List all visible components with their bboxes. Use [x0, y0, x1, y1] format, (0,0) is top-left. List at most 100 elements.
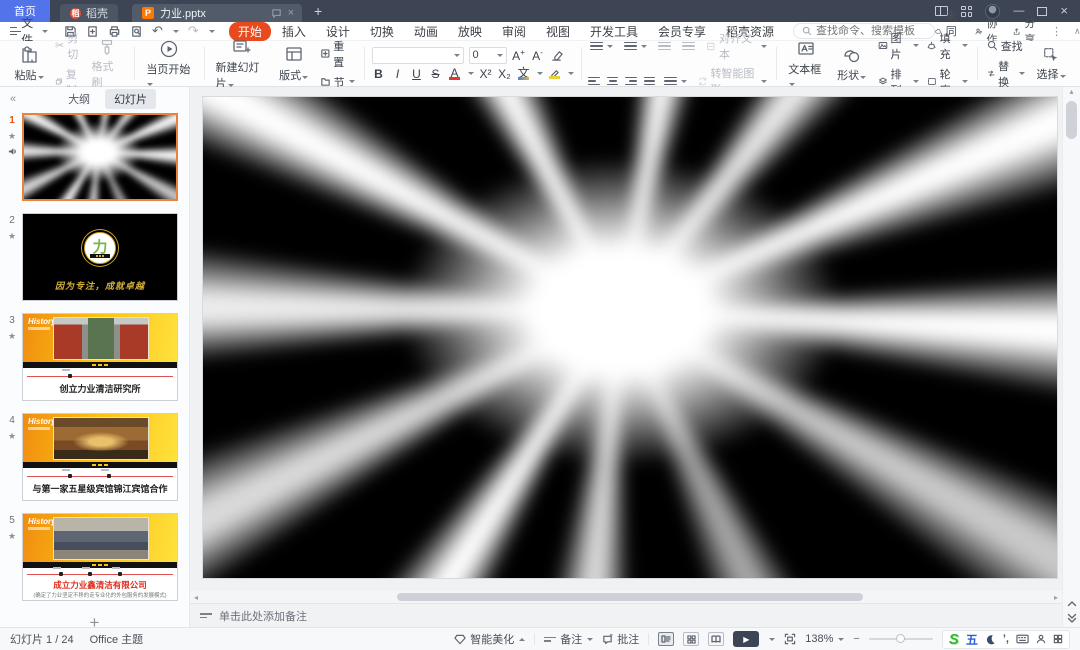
highlighter-dropdown-icon[interactable] — [568, 72, 574, 75]
superscript-button[interactable]: X² — [479, 67, 493, 81]
menu-item-insert[interactable]: 插入 — [273, 22, 315, 41]
new-slide-button[interactable]: 新建幻灯片 — [212, 36, 270, 92]
underline-button[interactable]: U — [410, 67, 424, 81]
shapes-button[interactable]: 形状 — [832, 44, 872, 84]
horizontal-scroll-thumb[interactable] — [397, 593, 863, 601]
slide-5-thumbnail[interactable]: History 成立力业鑫清洁有限公司 (确定了力业坚定不移的走专业化的外包服务… — [22, 513, 178, 601]
vertical-scrollbar[interactable]: ▴ — [1062, 87, 1080, 627]
replace-button[interactable]: 替换 — [985, 58, 1027, 90]
menu-item-view[interactable]: 视图 — [537, 22, 579, 41]
zoom-slider[interactable] — [869, 638, 933, 640]
justify-icon[interactable] — [644, 77, 655, 86]
menu-item-review[interactable]: 审阅 — [493, 22, 535, 41]
cut-button[interactable]: ✂ 剪切 — [53, 30, 83, 62]
dark-mode-moon-icon[interactable] — [985, 634, 996, 645]
notes-toggle-button[interactable]: 备注 — [544, 631, 593, 647]
clear-format-icon[interactable] — [550, 49, 563, 62]
undo-dropdown-icon[interactable] — [173, 30, 179, 33]
slideshow-play-button[interactable]: ▶ — [733, 631, 759, 647]
zoom-slider-thumb[interactable] — [896, 634, 905, 643]
wubi-mode-icon[interactable]: 五 — [966, 631, 978, 648]
keyboard-icon[interactable] — [1016, 634, 1029, 644]
increase-indent-icon[interactable] — [680, 42, 697, 51]
user-center-icon[interactable] — [1036, 634, 1046, 644]
slide-4-thumbnail[interactable]: History 与第一家五星级宾馆锦江宾馆合作 — [22, 413, 178, 501]
normal-view-button[interactable] — [658, 632, 674, 646]
strikethrough-button[interactable]: S — [429, 67, 443, 81]
previous-slide-icon[interactable] — [1067, 599, 1077, 607]
select-button[interactable]: 选择 — [1031, 45, 1071, 83]
scroll-left-icon[interactable]: ◂ — [190, 593, 202, 602]
vertical-scroll-thumb[interactable] — [1066, 101, 1077, 139]
print-preview-icon[interactable] — [130, 25, 143, 38]
horizontal-scrollbar[interactable]: ◂ ▸ — [190, 591, 1062, 603]
bold-button[interactable]: B — [372, 67, 386, 81]
collapse-ribbon-icon[interactable]: ∧ — [1074, 26, 1080, 37]
menu-item-slideshow[interactable]: 放映 — [449, 22, 491, 41]
fit-slide-icon[interactable] — [784, 633, 796, 645]
redo-icon[interactable]: ↷ — [188, 23, 199, 39]
text-effects-dropdown-icon[interactable] — [537, 72, 543, 75]
increase-font-icon[interactable]: A+ — [512, 48, 526, 63]
font-family-combo[interactable] — [372, 47, 464, 64]
comments-button[interactable]: 批注 — [602, 631, 639, 647]
scroll-up-icon[interactable]: ▴ — [1063, 87, 1080, 96]
new-tab-icon[interactable]: + — [314, 3, 322, 19]
notes-bar[interactable]: 单击此处添加备注 — [190, 603, 1062, 627]
numbered-list-button[interactable] — [622, 42, 649, 51]
decrease-indent-icon[interactable] — [656, 42, 673, 51]
find-button[interactable]: 查找 — [985, 38, 1027, 54]
current-slide[interactable] — [203, 97, 1057, 578]
play-from-current-button[interactable]: 当页开始 — [142, 38, 196, 90]
align-left-icon[interactable] — [588, 77, 599, 86]
slide-1-thumbnail[interactable] — [22, 113, 178, 201]
theme-name[interactable]: Office 主题 — [90, 631, 144, 647]
more-options-icon[interactable]: ⋮ — [1051, 25, 1062, 38]
menu-item-animation[interactable]: 动画 — [405, 22, 447, 41]
add-slide-button[interactable]: + — [0, 613, 189, 627]
text-effects-button[interactable]: 文 — [517, 67, 531, 80]
ime-toolbox-icon[interactable] — [1053, 634, 1063, 644]
font-color-dropdown-icon[interactable] — [468, 72, 474, 75]
picture-button[interactable]: 图片 — [876, 30, 921, 62]
text-box-button[interactable]: 文本框 — [784, 38, 827, 90]
format-painter-button[interactable]: 格式刷 — [87, 37, 127, 91]
smart-beautify-button[interactable]: 智能美化 — [454, 631, 525, 647]
font-size-combo[interactable]: 0 — [469, 47, 507, 64]
line-spacing-button[interactable] — [662, 77, 689, 86]
export-icon[interactable] — [86, 25, 99, 38]
paste-button[interactable]: 粘贴 — [9, 44, 49, 84]
slide-2-thumbnail[interactable]: 力 因为专注，成就卓越 — [22, 213, 178, 301]
align-right-icon[interactable] — [625, 77, 636, 86]
slides-tab[interactable]: 幻灯片 — [105, 89, 156, 109]
print-icon[interactable] — [108, 25, 121, 38]
zoom-level[interactable]: 138% — [805, 633, 844, 645]
align-center-icon[interactable] — [607, 77, 618, 86]
highlighter-button[interactable] — [548, 69, 562, 79]
feedback-bubble-icon[interactable] — [271, 8, 282, 19]
toolbar-more-icon[interactable] — [209, 30, 215, 33]
scroll-right-icon[interactable]: ▸ — [1050, 593, 1062, 602]
close-document-icon[interactable]: × — [288, 7, 294, 19]
collapse-panel-icon[interactable]: « — [0, 93, 26, 105]
subscript-button[interactable]: X₂ — [498, 67, 512, 81]
docer-tab[interactable]: 稻 稻壳 — [60, 4, 118, 22]
undo-icon[interactable]: ↶ — [152, 23, 163, 39]
font-color-button[interactable]: A — [448, 67, 462, 80]
bullet-list-button[interactable] — [588, 42, 615, 51]
slide-layout-button[interactable]: 版式 — [274, 44, 314, 84]
reading-view-button[interactable] — [708, 632, 724, 646]
reset-button[interactable]: 重置 — [318, 38, 357, 70]
zoom-out-icon[interactable]: − — [853, 633, 859, 645]
fill-button[interactable]: 填充 — [925, 30, 970, 62]
punctuation-mode-icon[interactable]: ’, — [1003, 633, 1009, 645]
outline-tab[interactable]: 大纲 — [59, 89, 99, 109]
slide-3-thumbnail[interactable]: History 创立力业清洁研究所 — [22, 313, 178, 401]
slide-sorter-view-button[interactable] — [683, 632, 699, 646]
decrease-font-icon[interactable]: A- — [531, 48, 545, 63]
menu-item-transition[interactable]: 切换 — [361, 22, 403, 41]
editing-canvas[interactable] — [190, 87, 1062, 591]
next-slide-icon[interactable] — [1067, 613, 1077, 623]
italic-button[interactable]: I — [391, 67, 405, 81]
align-text-button[interactable]: 对齐文本 — [704, 30, 769, 62]
